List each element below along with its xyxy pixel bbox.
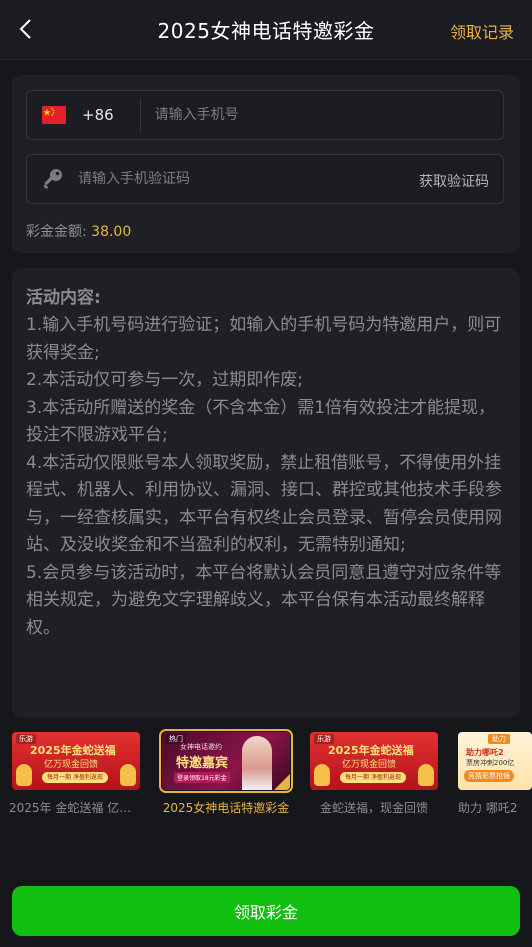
page-title: 2025女神电话特邀彩金	[157, 19, 375, 43]
snake-mascot-icon	[16, 764, 32, 786]
promotion-title: 助力 哪吒2	[458, 801, 518, 815]
bottom-action-bar: 领取彩金	[0, 870, 532, 947]
verification-code-input[interactable]	[78, 171, 358, 187]
boost-tag: 助力	[488, 734, 510, 744]
banner-headline: 特邀嘉宾	[176, 756, 229, 771]
promotion-banner-image: 热门 女神电话邀约 特邀嘉宾 登录领取18元彩金	[159, 729, 293, 793]
country-code-selector[interactable]: +86	[82, 106, 114, 124]
activity-info-card: 活动内容: 1.输入手机号码进行验证；如输入的手机号码为特邀用户，则可获得奖金;…	[12, 268, 520, 718]
selected-check-icon	[274, 774, 290, 790]
promotion-title: 2025女神电话特邀彩金	[162, 801, 290, 815]
host-portrait	[242, 736, 272, 790]
banner-headline: 2025年金蛇送福	[30, 744, 116, 757]
snake-mascot-icon	[418, 764, 434, 786]
promotion-title: 金蛇送福，现金回馈	[319, 801, 428, 815]
top-bar: 2025女神电话特邀彩金 领取记录	[0, 0, 532, 60]
key-icon	[40, 166, 66, 192]
claim-bonus-button[interactable]: 领取彩金	[12, 886, 520, 936]
activity-rule-item: 4.本活动仅限账号本人领取奖励，禁止租借账号，不得使用外挂程式、机器人、利用协议…	[26, 452, 502, 556]
activity-rule-item: 5.会员参与该活动时，本平台将默认会员同意且遵守对应条件等相关规定，为避免文字理…	[26, 562, 502, 638]
promotion-banner-image: 助力 助力哪吒2 票房冲刺200亿 竞猜彩票抢镜	[458, 732, 532, 790]
snake-mascot-icon	[314, 764, 330, 786]
banner-pill: 每月一期 净盈利返现	[42, 772, 108, 783]
banner-headline: 2025年金蛇送福	[328, 744, 414, 757]
promotion-banner-image: 乐游 2025年金蛇送福 亿万现金回馈 每月一期 净盈利返现	[310, 732, 438, 790]
china-flag-icon[interactable]	[42, 106, 66, 124]
claim-record-link[interactable]: 领取记录	[450, 19, 514, 43]
promotion-banner-image: 乐游 2025年金蛇送福 亿万现金回馈 每月一期 净盈利返现	[12, 732, 140, 790]
chevron-left-icon	[19, 19, 31, 39]
phone-input[interactable]	[154, 107, 455, 123]
verification-code-field: 获取验证码	[26, 154, 504, 204]
activity-rule-item: 3.本活动所赠送的奖金（不含本金）需1倍有效投注才能提现，投注不限游戏平台;	[26, 397, 496, 446]
bonus-amount: 彩金金额: 38.00	[26, 221, 131, 241]
promotion-thumb[interactable]: 乐游 2025年金蛇送福 亿万现金回馈 每月一期 净盈利返现 2025年 金蛇送…	[9, 732, 143, 816]
claim-form-card: +86 获取验证码 彩金金额: 38.00	[12, 75, 520, 253]
banner-line-3: 登录领取18元彩金	[174, 772, 230, 783]
activity-info-title: 活动内容:	[26, 288, 101, 308]
promotion-title: 2025年 金蛇送福 亿万现金回馈	[9, 801, 143, 815]
phone-field: +86	[26, 90, 504, 140]
field-divider	[139, 98, 141, 132]
banner-headline: 助力哪吒2	[466, 748, 504, 757]
banner-subline: 亿万现金回馈	[342, 760, 397, 770]
promotion-thumb-selected[interactable]: 热门 女神电话邀约 特邀嘉宾 登录领取18元彩金 2025女神电话特邀彩金	[159, 729, 293, 816]
promotion-carousel[interactable]: 乐游 2025年金蛇送福 亿万现金回馈 每月一期 净盈利返现 2025年 金蛇送…	[0, 728, 532, 828]
activity-rule-item: 1.输入手机号码进行验证；如输入的手机号码为特邀用户，则可获得奖金;	[26, 315, 502, 363]
get-code-button[interactable]: 获取验证码	[419, 171, 489, 191]
banner-pill: 每月一期 净盈利返现	[340, 772, 406, 783]
snake-mascot-icon	[120, 764, 136, 786]
banner-pill: 竞猜彩票抢镜	[464, 770, 514, 782]
bonus-amount-value: 38.00	[91, 224, 132, 240]
promotion-thumb[interactable]: 乐游 2025年金蛇送福 亿万现金回馈 每月一期 净盈利返现 金蛇送福，现金回馈	[307, 732, 441, 816]
activity-rule-item: 2.本活动仅可参与一次，过期即作废;	[26, 370, 303, 390]
banner-subline: 亿万现金回馈	[44, 760, 99, 770]
banner-line-1: 女神电话邀约	[180, 743, 222, 751]
bonus-amount-label: 彩金金额:	[26, 224, 87, 240]
banner-subline: 票房冲刺200亿	[466, 759, 515, 767]
promotion-thumb[interactable]: 助力 助力哪吒2 票房冲刺200亿 竞猜彩票抢镜 助力 哪吒2	[455, 732, 532, 816]
back-button[interactable]	[10, 14, 40, 44]
